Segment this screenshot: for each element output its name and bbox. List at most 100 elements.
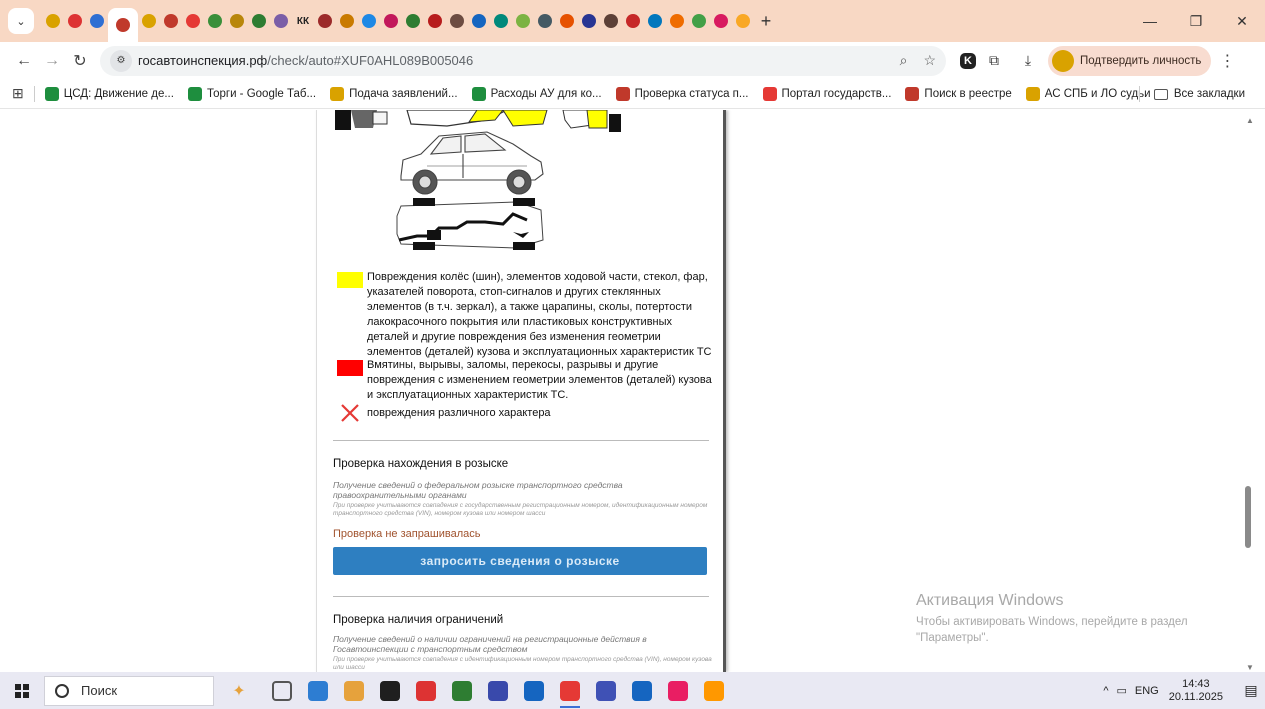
tray-expand-icon[interactable]: ^ xyxy=(1103,685,1108,697)
taskbar-app-icon[interactable] xyxy=(516,672,552,709)
taskbar-app-icon[interactable] xyxy=(660,672,696,709)
scroll-up-arrow-icon[interactable]: ▲ xyxy=(1246,116,1254,125)
bookmark-item[interactable]: Проверка статуса п... xyxy=(615,86,749,101)
tab-favicon[interactable] xyxy=(204,7,226,35)
tab-favicon[interactable] xyxy=(182,7,204,35)
tab-favicon[interactable] xyxy=(358,7,380,35)
system-tray: ^ ▭ ENG 14:43 20.11.2025 ▤ xyxy=(1103,672,1265,709)
tab-favicon[interactable] xyxy=(248,7,270,35)
all-bookmarks-button[interactable]: Все закладки xyxy=(1138,79,1245,109)
tab-favicon[interactable] xyxy=(446,7,468,35)
taskbar-app-icon[interactable] xyxy=(300,672,336,709)
tab-favicon[interactable] xyxy=(160,7,182,35)
app-icon xyxy=(632,680,652,701)
bookmark-star-icon[interactable]: ☆ xyxy=(923,52,936,69)
verify-identity-button[interactable]: Подтвердить личность xyxy=(1048,45,1212,76)
taskbar-app-icon[interactable] xyxy=(408,672,444,709)
tab-favicon[interactable] xyxy=(490,7,512,35)
bookmark-item[interactable]: Расходы АУ для ко... xyxy=(471,86,602,101)
app-icon xyxy=(488,680,508,701)
tab-favicon[interactable] xyxy=(468,7,490,35)
tab-favicon[interactable] xyxy=(336,7,358,35)
scroll-thumb[interactable] xyxy=(1245,486,1251,548)
taskbar-app-icon[interactable] xyxy=(696,672,732,709)
bookmark-item[interactable]: ЦСД: Движение де... xyxy=(44,86,174,101)
tab-favicon[interactable] xyxy=(138,7,160,35)
red-damage-legend: Вмятины, вырывы, заломы, перекосы, разры… xyxy=(367,359,712,401)
menu-kebab-icon[interactable]: ⋮ xyxy=(1215,51,1239,71)
extension-k-icon[interactable]: K xyxy=(960,52,976,69)
tab-favicon[interactable] xyxy=(380,7,402,35)
tab-favicon[interactable] xyxy=(108,8,138,42)
tab-favicon[interactable] xyxy=(600,7,622,35)
taskbar-app-icon[interactable] xyxy=(624,672,660,709)
url-text[interactable]: госавтоинспекция.рф/check/auto#XUF0AHL08… xyxy=(138,53,473,68)
tab-favicon[interactable] xyxy=(578,7,600,35)
tab-text-badge[interactable]: КК xyxy=(292,7,314,35)
tab-favicon[interactable] xyxy=(512,7,534,35)
minimize-button[interactable]: — xyxy=(1127,0,1173,42)
tab-favicon[interactable] xyxy=(86,7,108,35)
close-button[interactable]: ✕ xyxy=(1219,0,1265,42)
taskbar-app-icon[interactable] xyxy=(372,672,408,709)
taskbar-app-icon[interactable] xyxy=(336,672,372,709)
taskbar-app-icon[interactable] xyxy=(480,672,516,709)
apps-grid-icon[interactable]: ⊞ xyxy=(12,85,24,102)
notifications-icon[interactable]: ▤ xyxy=(1237,672,1265,709)
tab-favicon[interactable] xyxy=(732,7,754,35)
network-icon[interactable]: ▭ xyxy=(1117,684,1127,697)
bookmark-item[interactable]: Торги - Google Таб... xyxy=(187,86,316,101)
tab-favicon[interactable] xyxy=(314,7,336,35)
tab-favicon[interactable] xyxy=(64,7,86,35)
restrictions-check-note: При проверке учитываются совпадения с ид… xyxy=(333,656,712,671)
wanted-check-description: Получение сведений о федеральном розыске… xyxy=(333,480,623,500)
page-scrollbar[interactable]: ▲ ▼ xyxy=(1243,110,1257,672)
download-icon[interactable]: ⤓ xyxy=(1016,49,1040,73)
taskbar-app-icon[interactable] xyxy=(444,672,480,709)
zoom-icon[interactable]: ⌕ xyxy=(900,52,908,69)
tab-favicon[interactable] xyxy=(556,7,578,35)
taskbar-app-icon[interactable] xyxy=(552,672,588,709)
request-wanted-button[interactable]: запросить сведения о розыске xyxy=(333,547,707,575)
bookmark-item[interactable]: Поиск в реестре xyxy=(905,86,1012,101)
app-icon xyxy=(524,680,544,701)
tab-search-button[interactable]: ⌄ xyxy=(8,8,34,34)
reload-button[interactable]: ↻ xyxy=(66,47,94,75)
new-tab-button[interactable]: + xyxy=(754,11,778,32)
extensions-puzzle-icon[interactable]: ⧉ xyxy=(982,49,1006,73)
bookmark-item[interactable]: АС СПБ и ЛО судьи xyxy=(1025,86,1151,101)
favicon-icon xyxy=(692,14,706,28)
start-button[interactable] xyxy=(0,672,44,709)
tab-favicon[interactable] xyxy=(644,7,666,35)
restrictions-check-description: Получение сведений о наличии ограничений… xyxy=(333,634,647,654)
tab-favicon[interactable] xyxy=(226,7,248,35)
taskbar-app-icon[interactable] xyxy=(264,672,300,709)
url-path: /check/auto#XUF0AHL089B005046 xyxy=(267,53,474,68)
tab-favicon[interactable] xyxy=(622,7,644,35)
address-bar[interactable]: ⚙ госавтоинспекция.рф/check/auto#XUF0AHL… xyxy=(100,45,946,76)
favicon-icon xyxy=(90,14,104,28)
activation-line-1: Чтобы активировать Windows, перейдите в … xyxy=(916,616,1188,628)
back-button[interactable]: ← xyxy=(10,47,38,75)
tab-favicon[interactable] xyxy=(688,7,710,35)
site-info-icon[interactable]: ⚙ xyxy=(110,49,132,72)
bookmark-item[interactable]: Подача заявлений... xyxy=(330,86,458,101)
favicon-icon xyxy=(736,14,750,28)
tab-favicon[interactable] xyxy=(424,7,446,35)
maximize-button[interactable]: ❐ xyxy=(1173,0,1219,42)
taskbar-app-icon[interactable] xyxy=(588,672,624,709)
tab-favicon[interactable] xyxy=(710,7,732,35)
tab-favicon[interactable] xyxy=(666,7,688,35)
language-indicator[interactable]: ENG xyxy=(1135,685,1159,697)
scroll-down-arrow-icon[interactable]: ▼ xyxy=(1246,663,1254,672)
bookmark-item[interactable]: Портал государств... xyxy=(762,86,891,101)
tab-favicon[interactable] xyxy=(42,7,64,35)
sparkle-widget-icon[interactable]: ✦ xyxy=(214,672,264,709)
clock[interactable]: 14:43 20.11.2025 xyxy=(1169,678,1223,704)
tab-favicon[interactable] xyxy=(534,7,556,35)
forward-button[interactable]: → xyxy=(38,47,66,75)
tab-favicon[interactable] xyxy=(270,7,292,35)
taskbar-search[interactable]: Поиск xyxy=(44,675,214,706)
favicon-icon xyxy=(560,14,574,28)
tab-favicon[interactable] xyxy=(402,7,424,35)
